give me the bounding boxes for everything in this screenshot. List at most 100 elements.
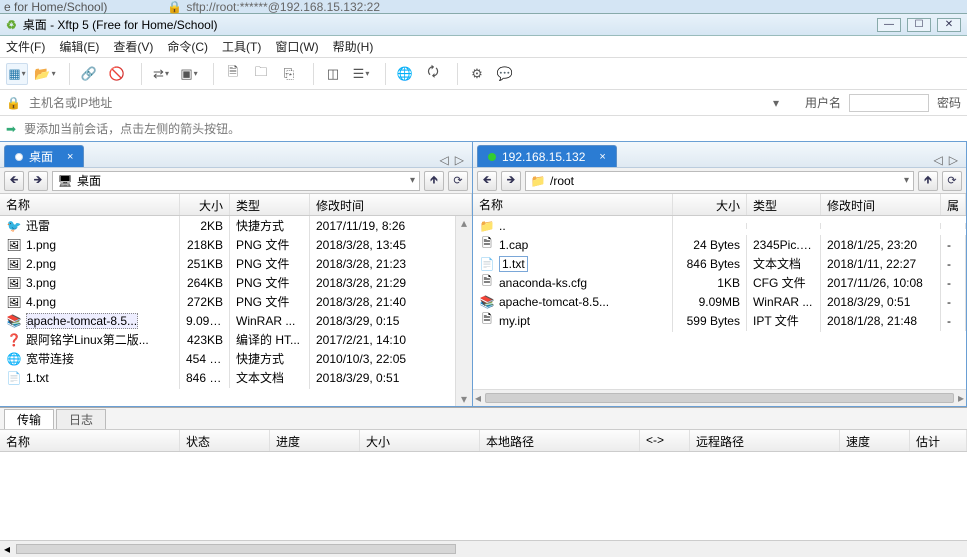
tab-next-icon[interactable]: ▷	[949, 153, 958, 167]
status-dot-icon	[488, 153, 496, 161]
back-button[interactable]: 🡸	[477, 171, 497, 191]
sync-button[interactable]: 🗘	[422, 63, 444, 85]
file-size: 9.09MB	[180, 311, 230, 331]
remote-file-list[interactable]: 📁..🗎1.cap24 Bytes2345Pic.c...2018/1/25, …	[473, 216, 966, 389]
remote-tab[interactable]: 192.168.15.132 ×	[477, 145, 617, 167]
up-button[interactable]: 🡹	[918, 171, 938, 191]
tab-next-icon[interactable]: ▷	[455, 153, 464, 167]
refresh-button[interactable]: ⟳	[448, 171, 468, 191]
col-name[interactable]: 名称	[0, 194, 180, 215]
close-tab-icon[interactable]: ×	[67, 151, 73, 163]
remote-columns[interactable]: 名称 大小 类型 修改时间 属	[473, 194, 966, 216]
file-name: apache-tomcat-8.5...	[499, 295, 609, 309]
dropdown-icon[interactable]: ▾	[410, 175, 415, 186]
tc-progress[interactable]: 进度	[270, 430, 360, 451]
menu-command[interactable]: 命令(C)	[167, 38, 208, 55]
tc-status[interactable]: 状态	[180, 430, 270, 451]
refresh-button[interactable]: ⟳	[942, 171, 962, 191]
dropdown-icon[interactable]: ▾	[904, 175, 909, 186]
file-attr: -	[941, 254, 966, 274]
menu-file[interactable]: 文件(F)	[6, 38, 45, 55]
view-button[interactable]: ☰	[350, 63, 372, 85]
local-tab[interactable]: 桌面 ×	[4, 145, 84, 167]
file-type: 文本文档	[230, 366, 310, 389]
forward-button[interactable]: 🡺	[28, 171, 48, 191]
settings-button[interactable]: ⚙	[466, 63, 488, 85]
file-row[interactable]: 📁..	[473, 216, 966, 235]
tc-eta[interactable]: 估计	[910, 430, 967, 451]
scrollbar-vertical[interactable]: ▴▾	[455, 216, 472, 406]
forward-button[interactable]: 🡺	[501, 171, 521, 191]
tab-transfer[interactable]: 传输	[4, 409, 54, 429]
menu-window[interactable]: 窗口(W)	[275, 38, 318, 55]
minimize-button[interactable]: —	[877, 18, 901, 32]
play-button[interactable]: ▣	[178, 63, 200, 85]
col-attr[interactable]: 属	[941, 194, 966, 215]
col-name[interactable]: 名称	[473, 194, 673, 215]
file-row[interactable]: 🗎1.cap24 Bytes2345Pic.c...2018/1/25, 23:…	[473, 235, 966, 254]
file-row[interactable]: 📄1.txt846 Bytes文本文档2018/3/29, 0:51	[0, 368, 472, 387]
tc-name[interactable]: 名称	[0, 430, 180, 451]
remote-tab-label: 192.168.15.132	[502, 150, 585, 164]
local-file-list[interactable]: 🐦迅雷2KB快捷方式2017/11/19, 8:26🖼1.png218KBPNG…	[0, 216, 472, 406]
globe-button[interactable]: 🌐	[394, 63, 416, 85]
tc-speed[interactable]: 速度	[840, 430, 910, 451]
new-folder-button[interactable]: 🗀	[250, 63, 272, 85]
tc-remote[interactable]: 远程路径	[690, 430, 840, 451]
file-row[interactable]: 📄1.txt846 Bytes文本文档2018/1/11, 22:27-	[473, 254, 966, 273]
menu-view[interactable]: 查看(V)	[113, 38, 153, 55]
back-button[interactable]: 🡸	[4, 171, 24, 191]
file-row[interactable]: 🖼4.png272KBPNG 文件2018/3/28, 21:40	[0, 292, 472, 311]
reconnect-button[interactable]: 🔗	[78, 63, 100, 85]
username-input[interactable]	[849, 94, 929, 112]
up-button[interactable]: 🡹	[424, 171, 444, 191]
tc-size[interactable]: 大小	[360, 430, 480, 451]
scrollbar-horizontal[interactable]: ◂	[0, 540, 967, 557]
help-button[interactable]: 💬	[494, 63, 516, 85]
col-size[interactable]: 大小	[673, 194, 747, 215]
layout-button[interactable]: ◫	[322, 63, 344, 85]
close-button[interactable]: ✕	[937, 18, 961, 32]
maximize-button[interactable]: ☐	[907, 18, 931, 32]
file-row[interactable]: 🗎my.ipt599 BytesIPT 文件2018/1/28, 21:48-	[473, 311, 966, 330]
host-input[interactable]	[29, 93, 765, 113]
menu-help[interactable]: 帮助(H)	[333, 38, 374, 55]
col-date[interactable]: 修改时间	[821, 194, 941, 215]
transfer-list[interactable]	[0, 452, 967, 492]
file-row[interactable]: 📚apache-tomcat-8.5...9.09MBWinRAR ...201…	[473, 292, 966, 311]
arrow-icon[interactable]: ➡	[6, 122, 16, 136]
file-name: my.ipt	[499, 314, 530, 328]
new-session-button[interactable]: ▦	[6, 63, 28, 85]
scrollbar-horizontal[interactable]: ◂▸	[473, 389, 966, 406]
tab-prev-icon[interactable]: ◁	[440, 153, 449, 167]
tab-prev-icon[interactable]: ◁	[934, 153, 943, 167]
rar-icon: 📚	[6, 313, 22, 329]
copy-button[interactable]: ⎘	[278, 63, 300, 85]
tc-dir[interactable]: <->	[640, 430, 690, 451]
file-date: 2018/1/28, 21:48	[821, 311, 941, 331]
transfer-columns[interactable]: 名称 状态 进度 大小 本地路径 <-> 远程路径 速度 估计	[0, 430, 967, 452]
tab-log[interactable]: 日志	[56, 409, 106, 429]
open-button[interactable]: 📂	[34, 63, 56, 85]
close-tab-icon[interactable]: ×	[599, 151, 605, 163]
col-size[interactable]: 大小	[180, 194, 230, 215]
file-row[interactable]: 🗎anaconda-ks.cfg1KBCFG 文件2017/11/26, 10:…	[473, 273, 966, 292]
disconnect-button[interactable]: 🚫	[106, 63, 128, 85]
dropdown-icon[interactable]: ▾	[773, 96, 779, 110]
remote-path-input[interactable]: 📁 /root ▾	[525, 171, 914, 191]
col-type[interactable]: 类型	[230, 194, 310, 215]
file-date: 2018/3/29, 0:51	[821, 292, 941, 312]
menu-edit[interactable]: 编辑(E)	[59, 38, 99, 55]
file-date: 2010/10/3, 22:05	[310, 349, 472, 369]
new-file-button[interactable]: 🗎	[222, 63, 244, 85]
local-path-input[interactable]: 🖥 桌面 ▾	[52, 171, 420, 191]
col-date[interactable]: 修改时间	[310, 194, 472, 215]
col-type[interactable]: 类型	[747, 194, 821, 215]
file-name: apache-tomcat-8.5...	[26, 313, 138, 329]
local-columns[interactable]: 名称 大小 类型 修改时间	[0, 194, 472, 216]
window-titlebar[interactable]: ♻ 桌面 - Xftp 5 (Free for Home/School) — ☐…	[0, 14, 967, 36]
transfer-button[interactable]: ⇄	[150, 63, 172, 85]
menu-tools[interactable]: 工具(T)	[222, 38, 261, 55]
file-size: 846 Bytes	[180, 368, 230, 388]
tc-local[interactable]: 本地路径	[480, 430, 640, 451]
